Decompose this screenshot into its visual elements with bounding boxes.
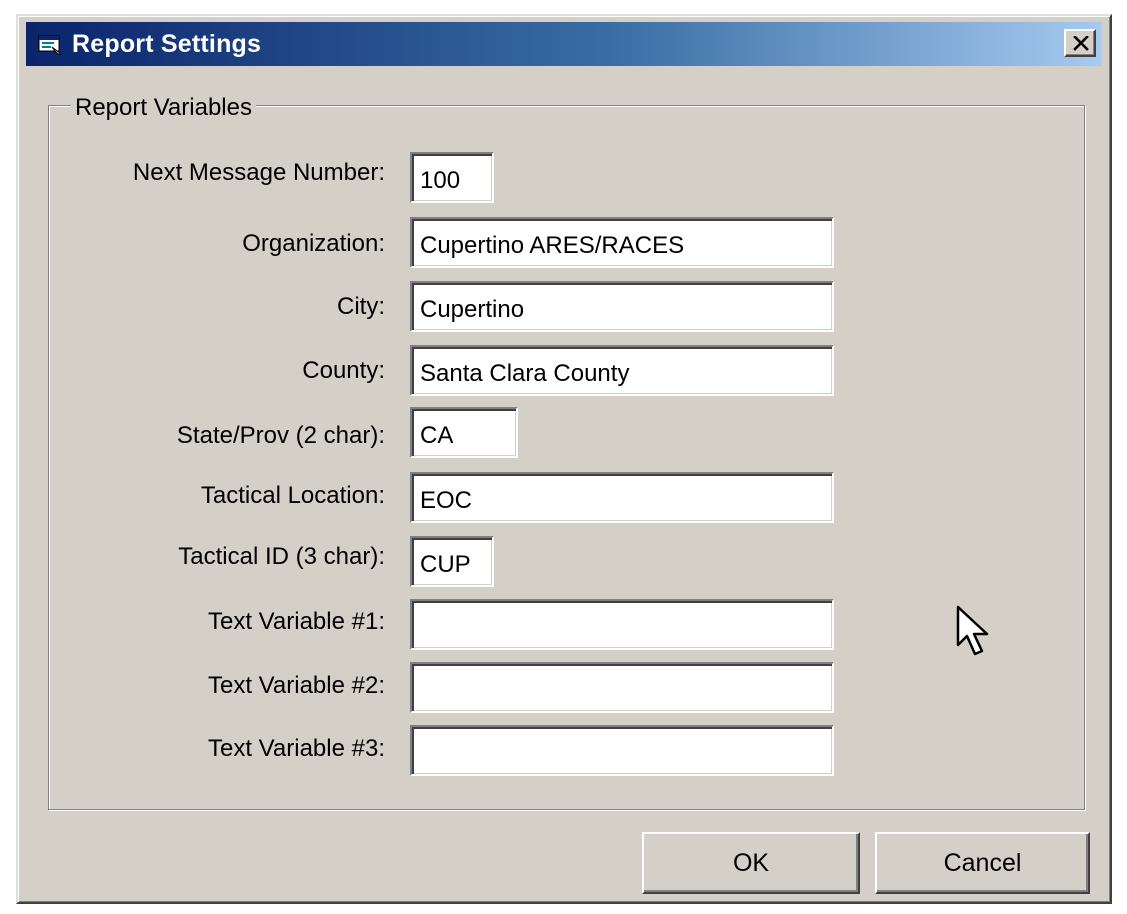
city-label: City: <box>337 293 385 320</box>
mouse-pointer-icon <box>956 605 990 664</box>
text-variable-1-field[interactable] <box>410 599 834 650</box>
state-prov-field[interactable] <box>410 407 518 458</box>
text-variable-3-label: Text Variable #3: <box>208 735 385 762</box>
close-button[interactable] <box>1064 29 1096 57</box>
county-label: County: <box>302 357 385 384</box>
text-variable-2-field[interactable] <box>410 662 834 713</box>
next-message-number-label: Next Message Number: <box>132 159 385 186</box>
tactical-id-label: Tactical ID (3 char): <box>178 543 385 570</box>
text-variable-2-label: Text Variable #2: <box>208 672 385 699</box>
ok-button[interactable]: OK <box>642 832 860 894</box>
organization-label: Organization: <box>242 230 385 257</box>
county-field[interactable] <box>410 345 834 396</box>
title-bar[interactable]: Report Settings <box>26 22 1102 66</box>
state-prov-label: State/Prov (2 char): <box>176 422 385 449</box>
report-settings-dialog: Report Settings Report Variables Next Me… <box>16 14 1112 904</box>
next-message-number-field[interactable] <box>410 152 494 203</box>
tactical-id-field[interactable] <box>410 536 494 587</box>
tactical-location-label: Tactical Location: <box>200 482 385 509</box>
text-variable-1-label: Text Variable #1: <box>208 608 385 635</box>
text-variable-3-field[interactable] <box>410 725 834 776</box>
group-legend: Report Variables <box>71 94 256 122</box>
window-app-icon <box>38 33 63 55</box>
tactical-location-field[interactable] <box>410 472 834 523</box>
window-title: Report Settings <box>72 30 262 58</box>
organization-field[interactable] <box>410 217 834 268</box>
cancel-button[interactable]: Cancel <box>875 832 1090 894</box>
city-field[interactable] <box>410 281 834 332</box>
close-x-icon <box>1073 36 1089 51</box>
